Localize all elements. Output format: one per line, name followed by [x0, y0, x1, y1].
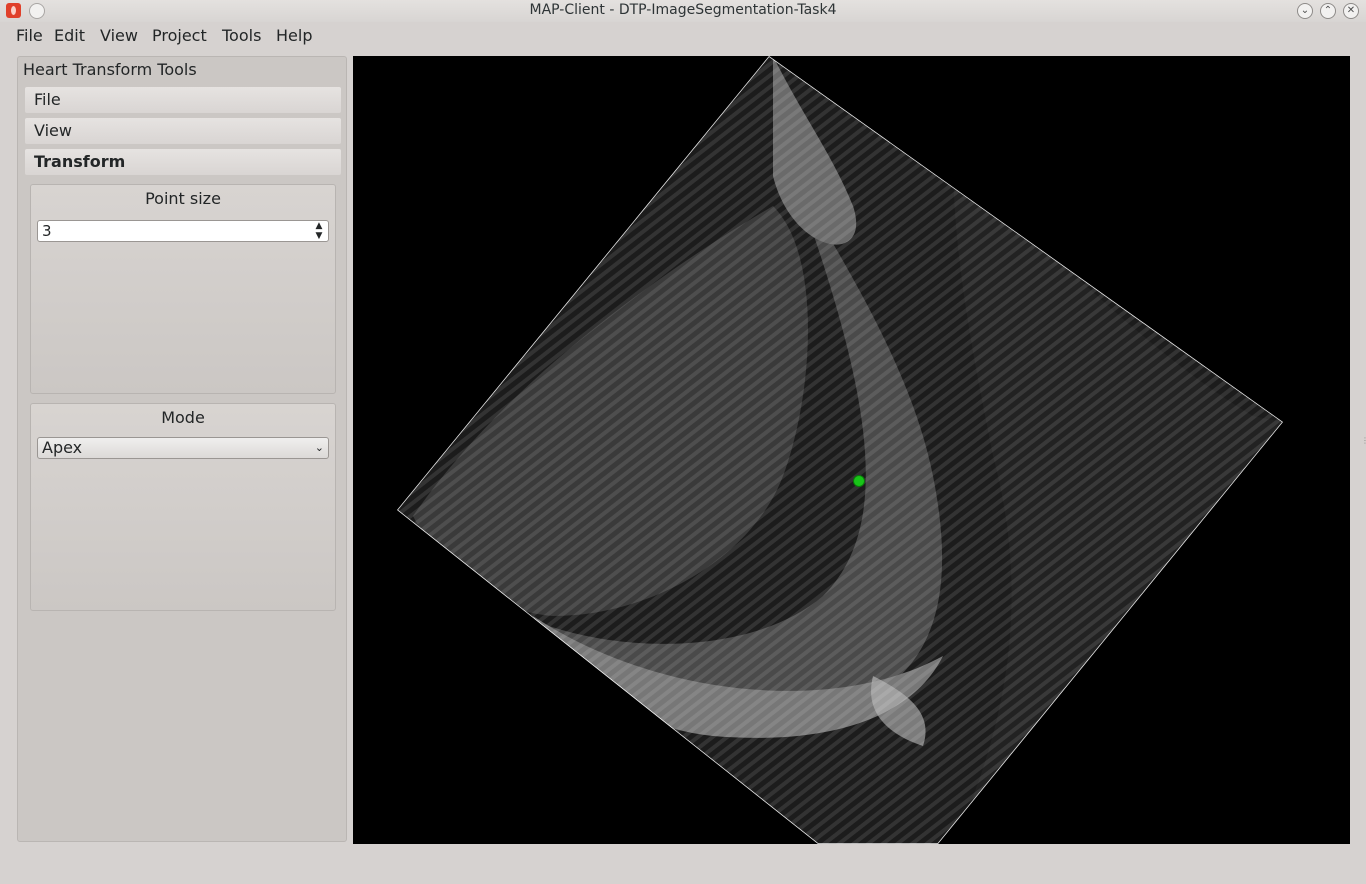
- mode-select[interactable]: Apex ⌄: [37, 437, 329, 459]
- mode-label: Mode: [161, 408, 205, 427]
- mri-image: [397, 56, 1283, 844]
- minimize-icon[interactable]: ⌄: [1297, 3, 1313, 19]
- point-size-spinbox[interactable]: 3 ▲ ▼: [37, 220, 329, 242]
- window-title: MAP-Client - DTP-ImageSegmentation-Task4: [529, 2, 837, 18]
- point-size-group: Point size 3 ▲ ▼: [30, 184, 336, 394]
- menu-tools[interactable]: Tools: [222, 26, 261, 45]
- menu-project[interactable]: Project: [152, 26, 207, 45]
- menu-help[interactable]: Help: [276, 26, 312, 45]
- maximize-icon[interactable]: ⌃: [1320, 3, 1336, 19]
- mode-selected-value: Apex: [42, 438, 83, 457]
- menu-file[interactable]: File: [16, 26, 43, 45]
- mri-slice-view[interactable]: [353, 56, 1350, 844]
- toolbox-tab-file[interactable]: File: [25, 87, 341, 113]
- point-size-value: 3: [42, 222, 52, 240]
- spin-arrows-icon[interactable]: ▲ ▼: [313, 221, 325, 241]
- close-icon[interactable]: ✕: [1343, 3, 1359, 19]
- heart-transform-tools-panel: Heart Transform Tools File View Transfor…: [17, 56, 347, 842]
- menu-bar: File Edit View Project Tools Help: [0, 22, 1366, 50]
- title-bar: MAP-Client - DTP-ImageSegmentation-Task4…: [0, 0, 1366, 22]
- point-size-label: Point size: [145, 189, 221, 208]
- image-viewer[interactable]: [353, 56, 1350, 844]
- mode-group: Mode Apex ⌄: [30, 403, 336, 611]
- toolbox-tab-view[interactable]: View: [25, 118, 341, 144]
- menu-edit[interactable]: Edit: [54, 26, 85, 45]
- menu-view[interactable]: View: [100, 26, 138, 45]
- panel-title: Heart Transform Tools: [23, 60, 197, 79]
- apex-marker-point[interactable]: [853, 475, 865, 487]
- status-bar: [0, 846, 1366, 884]
- toolbox-tab-transform[interactable]: Transform: [25, 149, 341, 175]
- chevron-down-icon: ⌄: [314, 441, 324, 454]
- splitter-handle[interactable]: ⋮: [1361, 436, 1366, 446]
